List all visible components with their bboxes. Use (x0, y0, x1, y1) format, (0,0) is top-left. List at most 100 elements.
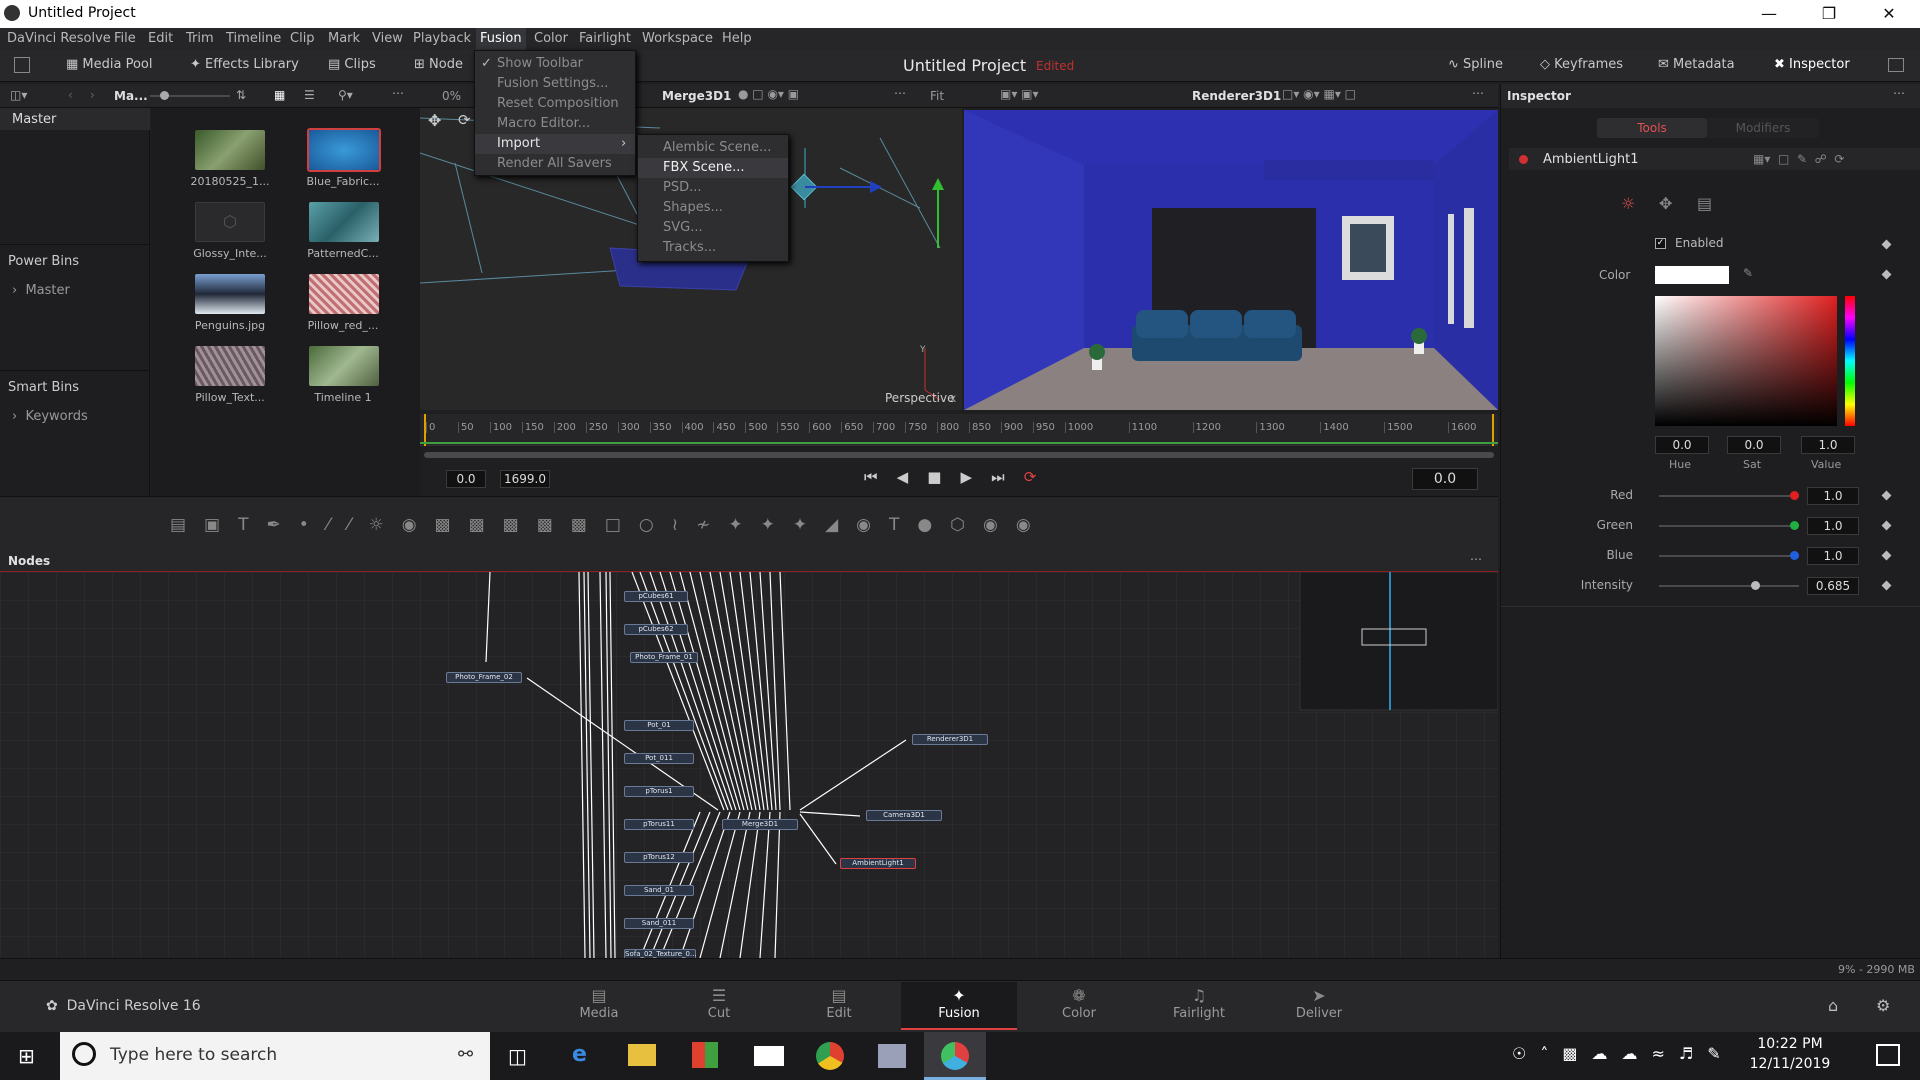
media-pool-button[interactable]: ▦ Media Pool (66, 57, 153, 72)
minimize-button[interactable]: — (1746, 0, 1792, 28)
move-icon[interactable]: ✥ (428, 111, 441, 130)
intensity-field[interactable]: 0.685 (1807, 577, 1859, 595)
davinci-taskbar-button[interactable] (924, 1032, 986, 1080)
microphone-icon[interactable]: ⚯ (458, 1044, 473, 1065)
menu-item-tracks[interactable]: Tracks... (638, 238, 788, 258)
edge-icon[interactable]: e (572, 1042, 587, 1067)
page-deliver[interactable]: ➤ Deliver (1269, 986, 1369, 1021)
store-icon[interactable] (692, 1042, 718, 1068)
node-merge3d1[interactable]: Merge3D1 (722, 819, 798, 830)
node-photo-frame-02[interactable]: Photo_Frame_02 (446, 672, 522, 683)
page-media[interactable]: ▤ Media (549, 986, 649, 1021)
loop-button[interactable]: ⟳ (1024, 468, 1037, 486)
viewer-layout-icon[interactable]: ▣▾ ▣▾ (1000, 87, 1039, 101)
windows-start-icon[interactable]: ⊞ (18, 1044, 35, 1068)
clip-item[interactable] (195, 130, 265, 170)
clips-button[interactable]: ▤ Clips (328, 57, 376, 72)
menu-color[interactable]: Color (534, 31, 568, 46)
menu-mark[interactable]: Mark (328, 31, 360, 46)
grid-view-icon[interactable]: ▦ (274, 88, 285, 102)
menu-item-alembic-scene[interactable]: Alembic Scene... (638, 138, 788, 158)
page-fairlight[interactable]: ♫ Fairlight (1149, 986, 1249, 1021)
go-to-start-button[interactable]: ⏮ (864, 468, 878, 486)
mail-icon[interactable] (754, 1046, 784, 1066)
menu-item-svg[interactable]: SVG... (638, 218, 788, 238)
file-explorer-icon[interactable] (628, 1044, 656, 1066)
node-pot-01[interactable]: Pot_01 (624, 720, 694, 731)
menu-edit[interactable]: Edit (148, 31, 173, 46)
back-arrow-icon[interactable]: ‹ (68, 88, 73, 102)
node-ptorus12[interactable]: pTorus12 (624, 852, 694, 863)
tool-color-dot[interactable] (1519, 155, 1528, 164)
controls-tab-icon[interactable]: ☼ (1621, 194, 1635, 213)
menu-item-fbx-scene[interactable]: FBX Scene... (638, 158, 788, 178)
list-view-icon[interactable]: ☰ (304, 88, 315, 102)
metadata-button[interactable]: ✉ Metadata (1658, 57, 1735, 72)
menu-playback[interactable]: Playback (413, 31, 471, 46)
play-button[interactable]: ▶ (960, 468, 972, 486)
menu-trim[interactable]: Trim (186, 31, 214, 46)
enabled-checkbox[interactable]: ✓ (1655, 238, 1666, 249)
menu-item-psd[interactable]: PSD... (638, 178, 788, 198)
more-options-icon[interactable]: ⋯ (1893, 86, 1905, 100)
blue-field[interactable]: 1.0 (1807, 547, 1859, 565)
clip-item[interactable] (309, 274, 379, 314)
more-options-icon[interactable]: ⋯ (1472, 86, 1484, 100)
bin-master[interactable]: Master (12, 112, 56, 127)
menu-view[interactable]: View (372, 31, 403, 46)
more-options-icon[interactable]: ⋯ (894, 86, 906, 100)
intensity-slider-handle[interactable] (1750, 581, 1760, 590)
task-view-icon[interactable]: ◫ (508, 1044, 527, 1068)
node-pot-011[interactable]: Pot_011 (624, 753, 694, 764)
smart-bin-keywords[interactable]: › Keywords (12, 409, 88, 424)
node-ptorus1[interactable]: pTorus1 (624, 786, 694, 797)
fit-dropdown[interactable]: Fit (930, 89, 944, 103)
node-sand-01[interactable]: Sand_01 (624, 885, 694, 896)
node-graph[interactable]: pCubes61 pCubes62 Photo_Frame_01 Photo_F… (0, 572, 1498, 958)
node-camera3d1[interactable]: Camera3D1 (866, 810, 942, 821)
hue-field[interactable]: 0.0 (1655, 436, 1709, 454)
perspective-label[interactable]: Perspective (885, 391, 955, 405)
sidebar-toggle-icon[interactable]: ◫▾ (10, 88, 27, 102)
red-slider-handle[interactable] (1790, 491, 1799, 500)
green-slider-handle[interactable] (1790, 521, 1799, 530)
keyframe-diamond-icon[interactable] (1881, 490, 1892, 501)
blue-slider-handle[interactable] (1790, 551, 1799, 560)
timeline-scrollbar[interactable] (424, 452, 1494, 458)
close-button[interactable]: ✕ (1866, 0, 1912, 28)
spline-button[interactable]: ∿ Spline (1448, 57, 1503, 72)
tab-tools[interactable]: Tools (1597, 118, 1707, 138)
gear-icon[interactable]: ⚙ (1876, 996, 1890, 1015)
render-start-field[interactable]: 0.0 (446, 470, 486, 488)
page-color[interactable]: ❁ Color (1029, 986, 1129, 1021)
zoom-level[interactable]: 0% (442, 89, 461, 103)
tab-modifiers[interactable]: Modifiers (1707, 118, 1819, 138)
menu-item-reset-composition[interactable]: Reset Composition (475, 94, 635, 114)
menu-workspace[interactable]: Workspace (642, 31, 713, 46)
node-sofa-02-texture[interactable]: Sofa_02_Texture_0... (624, 949, 697, 958)
more-options-icon[interactable]: ⋯ (392, 86, 404, 100)
clip-item[interactable] (195, 346, 265, 386)
keyframe-diamond-icon[interactable] (1881, 269, 1892, 280)
settings-tab-icon[interactable]: ▤ (1697, 194, 1712, 213)
search-icon[interactable]: ⚲▾ (338, 88, 353, 102)
right-viewer-render[interactable] (964, 110, 1498, 410)
eyedropper-icon[interactable]: ✎ (1743, 266, 1753, 280)
node-renderer3d1[interactable]: Renderer3D1 (912, 734, 988, 745)
blue-slider[interactable] (1659, 555, 1799, 557)
keyframe-diamond-icon[interactable] (1881, 520, 1892, 531)
clip-item[interactable] (309, 202, 379, 242)
menu-timeline[interactable]: Timeline (226, 31, 281, 46)
menu-clip[interactable]: Clip (290, 31, 315, 46)
sort-icon[interactable]: ⇅ (236, 88, 246, 102)
menu-davinci-resolve[interactable]: DaVinci Resolve (7, 31, 111, 46)
current-time-field[interactable]: 0.0 (1412, 468, 1478, 490)
menu-fusion[interactable]: Fusion (476, 28, 526, 50)
page-edit[interactable]: ▤ Edit (789, 986, 889, 1021)
menu-item-fusion-settings[interactable]: Fusion Settings... (475, 74, 635, 94)
system-tray-icons[interactable]: ☉˄▩☁☁≈♬✎ (1512, 1044, 1735, 1063)
go-to-end-button[interactable]: ⏭ (991, 468, 1005, 486)
nodes-button[interactable]: ⊞ Node (414, 57, 463, 72)
stop-button[interactable]: ■ (927, 468, 941, 486)
tool-icons-row[interactable]: ▤▣T✒•⁄⁄☼◉▩▩▩▩▩□○≀≁✦✦✦◢◉T●⬡◉◉ (170, 515, 1049, 535)
